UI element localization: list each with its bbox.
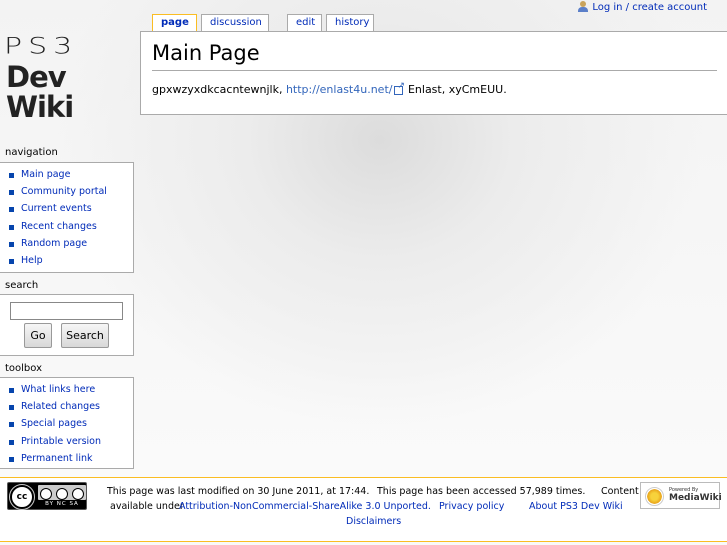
license-icons-row	[38, 485, 86, 500]
nav-item-main-page[interactable]: Main page	[8, 166, 133, 183]
nav-item-random-page[interactable]: Random page	[8, 235, 133, 252]
available-under-text: available under	[110, 501, 184, 512]
external-link[interactable]: http://enlast4u.net/	[286, 83, 393, 96]
noncommercial-icon	[56, 488, 68, 500]
toolbox-portlet: What links here Related changes Special …	[0, 377, 134, 469]
navigation-portlet: Main page Community portal Current event…	[0, 162, 134, 273]
toolbox-heading: toolbox	[5, 363, 43, 374]
logo-ps3-text: PS3	[4, 33, 79, 60]
powered-by-mediawiki-badge[interactable]: Powered By MediaWiki	[640, 482, 722, 509]
nav-item-recent-changes[interactable]: Recent changes	[8, 218, 133, 235]
license-labels: BY NC SA	[45, 501, 79, 507]
search-heading: search	[5, 280, 39, 291]
go-button[interactable]: Go	[24, 323, 52, 348]
toolbox-item-printable-version[interactable]: Printable version	[8, 433, 133, 450]
page-title: Main Page	[152, 41, 260, 65]
user-icon	[578, 1, 589, 13]
disclaimers-link[interactable]: Disclaimers	[346, 516, 401, 527]
about-link[interactable]: About PS3 Dev Wiki	[529, 501, 623, 512]
content-area: Main Page gpxwzyxdkcacntewnjlk, http://e…	[140, 31, 727, 115]
toolbox-item-related-changes[interactable]: Related changes	[8, 398, 133, 415]
nav-item-community-portal[interactable]: Community portal	[8, 183, 133, 200]
body-text-end: Enlast, xyCmEUU.	[404, 83, 507, 96]
cc-icon: cc	[9, 484, 35, 510]
page-views-text: This page has been accessed 57,989 times…	[377, 486, 586, 497]
logo-wiki-text: Dev Wiki	[6, 60, 74, 124]
search-input[interactable]	[10, 302, 123, 320]
external-link-icon	[394, 81, 405, 95]
toolbox-item-special-pages[interactable]: Special pages	[8, 415, 133, 432]
sharealike-icon	[72, 488, 84, 500]
personal-tools: Log in / create account	[578, 0, 707, 14]
tab-discussion[interactable]: discussion	[201, 14, 269, 32]
nav-item-help[interactable]: Help	[8, 252, 133, 269]
tab-edit[interactable]: edit	[287, 14, 322, 32]
license-link[interactable]: Attribution-NonCommercial-ShareAlike 3.0…	[179, 501, 431, 512]
mediawiki-text: MediaWiki	[669, 493, 722, 503]
cc-license-badge[interactable]: cc BY NC SA	[7, 482, 87, 510]
attribution-icon	[40, 488, 52, 500]
tab-history[interactable]: history	[326, 14, 374, 32]
body-text-start: gpxwzyxdkcacntewnjlk,	[152, 83, 286, 96]
content-license-text: Content is	[601, 486, 639, 497]
nav-item-current-events[interactable]: Current events	[8, 200, 133, 217]
mediawiki-flower-icon	[645, 487, 664, 506]
page-body: gpxwzyxdkcacntewnjlk, http://enlast4u.ne…	[152, 81, 507, 96]
search-button[interactable]: Search	[61, 323, 109, 348]
last-modified-text: This page was last modified on 30 June 2…	[107, 486, 370, 497]
toolbox-item-what-links-here[interactable]: What links here	[8, 381, 133, 398]
toolbox-item-permanent-link[interactable]: Permanent link	[8, 450, 133, 467]
privacy-policy-link[interactable]: Privacy policy	[439, 501, 504, 512]
title-divider	[152, 70, 717, 71]
footer: cc BY NC SA This page was last modified …	[0, 477, 727, 542]
navigation-heading: navigation	[5, 147, 58, 158]
login-link[interactable]: Log in / create account	[592, 2, 707, 13]
site-logo[interactable]: PS3 Dev Wiki	[4, 33, 129, 122]
search-portlet: Go Search	[0, 294, 134, 356]
